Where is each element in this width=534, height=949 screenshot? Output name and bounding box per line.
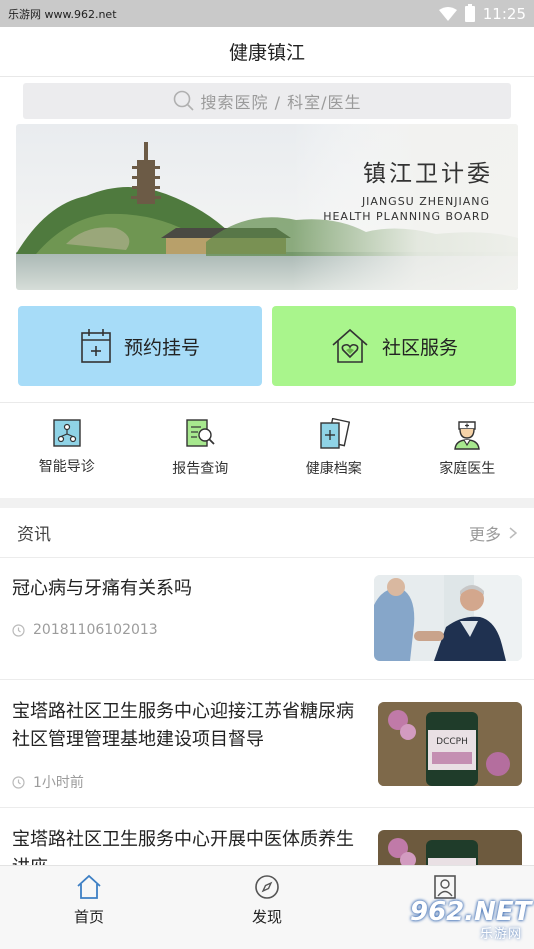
wifi-icon: [438, 6, 457, 21]
watermark-logo: 962.NET 乐游网: [404, 895, 531, 943]
news-item[interactable]: 冠心病与牙痛有关系吗 20181106102013: [0, 558, 534, 680]
smart-guide-icon: [53, 419, 81, 447]
news-thumbnail: DCCPH: [378, 702, 522, 786]
status-time: 11:25: [482, 4, 526, 23]
page-title: 健康镇江: [228, 42, 305, 64]
quick-link-label: 智能导诊: [38, 459, 95, 475]
tab-home[interactable]: 首页: [0, 866, 178, 949]
status-bar: 乐游网 www.962.net 11:25: [0, 0, 534, 27]
search-placeholder: 搜索医院 / 科室/医生: [200, 93, 362, 112]
quick-links: 智能导诊 报告查询 健康档案 家庭医生: [0, 412, 534, 492]
watermark-sub: 乐游网: [479, 927, 522, 942]
appointment-button[interactable]: 预约挂号: [18, 306, 262, 386]
news-time: 20181106102013: [33, 622, 158, 638]
status-right: 11:25: [438, 3, 526, 23]
section-gap: [0, 498, 534, 508]
compass-icon: [255, 875, 279, 899]
news-section-title: 资讯: [17, 525, 51, 545]
news-meta: 20181106102013: [12, 622, 158, 638]
search-bar[interactable]: 搜索医院 / 科室/医生: [23, 83, 511, 119]
quick-link-health-record[interactable]: 健康档案: [267, 412, 401, 492]
quick-link-label: 报告查询: [172, 461, 229, 477]
health-record-icon: [320, 418, 350, 449]
title-bar: 健康镇江: [0, 27, 534, 77]
news-title: 宝塔路社区卫生服务中心迎接江苏省糖尿病社区管理管理基地建设项目督导: [12, 701, 354, 750]
status-watermark: 乐游网 www.962.net: [8, 7, 117, 21]
news-item[interactable]: 宝塔路社区卫生服务中心迎接江苏省糖尿病社区管理管理基地建设项目督导 1小时前 D…: [0, 680, 534, 808]
news-more-label: 更多: [468, 524, 501, 544]
tab-discover[interactable]: 发现: [178, 866, 356, 949]
tab-label: 发现: [251, 908, 282, 926]
report-search-icon: [186, 419, 215, 447]
quick-link-label: 家庭医生: [439, 461, 496, 477]
quick-link-report-search[interactable]: 报告查询: [134, 412, 268, 492]
search-icon: [173, 90, 194, 111]
svg-text:DCCPH: DCCPH: [436, 737, 468, 747]
home-icon: [77, 874, 101, 899]
quick-link-label: 健康档案: [305, 461, 362, 477]
family-doctor-icon: [454, 421, 481, 450]
news-title: 冠心病与牙痛有关系吗: [12, 578, 192, 599]
quick-link-family-doctor[interactable]: 家庭医生: [401, 412, 534, 492]
divider: [0, 402, 534, 403]
banner-subtitle-2: HEALTH PLANNING BOARD: [323, 210, 490, 223]
house-heart-icon: [332, 328, 368, 363]
clock-icon: [12, 775, 25, 789]
news-time: 1小时前: [33, 775, 84, 791]
news-meta: 1小时前: [12, 772, 84, 792]
doctor-patient-image: [374, 575, 522, 661]
banner-title: 镇江卫计委: [363, 161, 493, 187]
news-header: 资讯 更多: [0, 508, 534, 558]
clock-icon: [12, 623, 25, 637]
banner[interactable]: 镇江卫计委 JIANGSU ZHENJIANG HEALTH PLANNING …: [16, 124, 518, 290]
chevron-right-icon: [509, 526, 517, 539]
medicine-bottle-image: DCCPH: [378, 702, 522, 786]
news-more-link[interactable]: 更多: [469, 521, 517, 545]
appointment-label: 预约挂号: [123, 336, 200, 359]
quick-link-smart-guide[interactable]: 智能导诊: [0, 412, 134, 492]
tab-label: 首页: [73, 908, 104, 926]
news-thumbnail: [374, 575, 522, 661]
calendar-plus-icon: [81, 329, 111, 363]
community-service-button[interactable]: 社区服务: [272, 306, 516, 386]
community-service-label: 社区服务: [381, 336, 458, 359]
battery-icon: [464, 3, 475, 22]
banner-subtitle-1: JIANGSU ZHENJIANG: [361, 195, 490, 208]
